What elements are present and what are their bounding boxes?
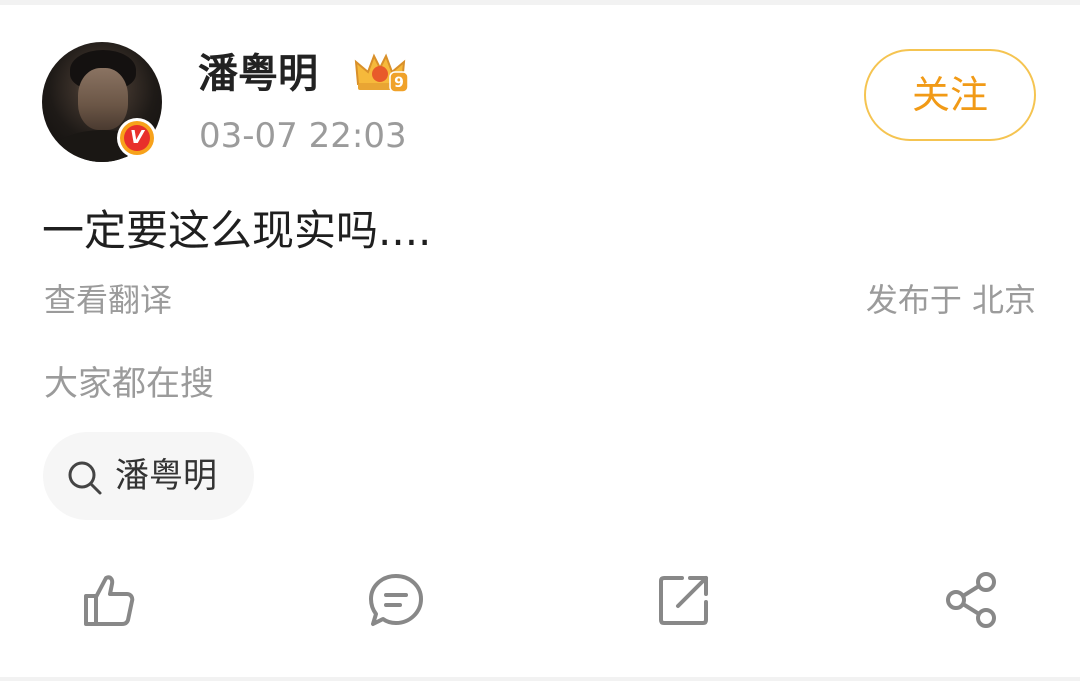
share-icon[interactable] (942, 570, 1002, 630)
trending-chip[interactable]: 潘粤明 (43, 432, 254, 520)
author-name[interactable]: 潘粤明 (198, 44, 318, 104)
bottom-divider (0, 677, 1080, 681)
post-location: 发布于 北京 (865, 281, 1036, 319)
trending-label: 大家都在搜 (44, 364, 214, 404)
top-divider (0, 0, 1080, 5)
follow-button[interactable]: 关注 (864, 49, 1036, 141)
search-icon (68, 461, 102, 495)
comment-icon[interactable] (366, 570, 426, 630)
post-text: 一定要这么现实吗.... (42, 206, 432, 255)
verified-mark: V (124, 125, 150, 151)
level-number: 9 (394, 75, 404, 91)
post-timestamp: 03-07 22:03 (199, 116, 407, 156)
repost-icon[interactable] (654, 570, 714, 630)
translate-link[interactable]: 查看翻译 (44, 278, 172, 322)
thumbs-up-icon[interactable] (78, 570, 138, 630)
trending-chip-label: 潘粤明 (115, 456, 217, 496)
post-card: V 潘粤明 9 03-07 22:03 关注 一定要这么现实吗.... 查看翻译… (0, 0, 1080, 681)
crown-level-icon[interactable]: 9 (352, 50, 410, 94)
verified-badge-icon: V (117, 118, 157, 158)
